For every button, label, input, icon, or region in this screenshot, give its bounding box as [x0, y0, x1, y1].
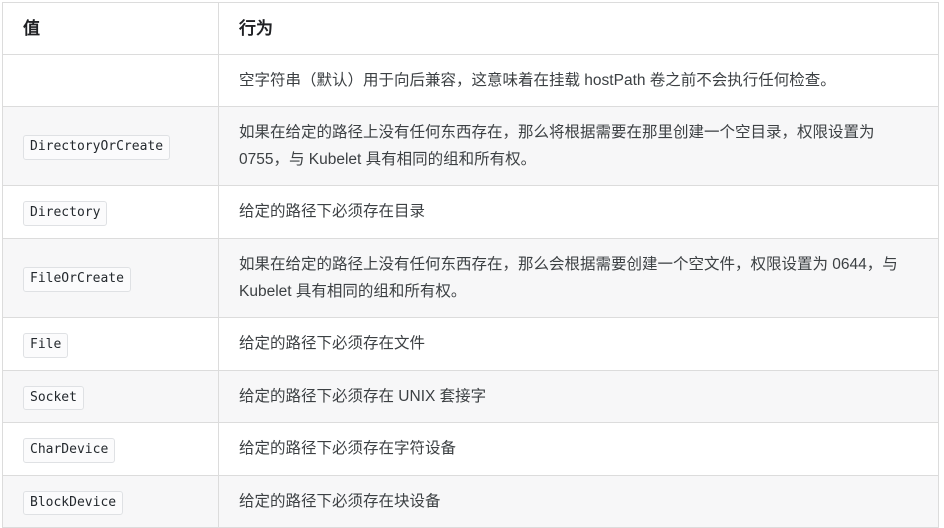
behavior-text: 如果在给定的路径上没有任何东西存在，那么会根据需要创建一个空文件，权限设置为 0…	[239, 255, 898, 300]
cell-value: CharDevice	[2, 422, 219, 476]
table-row: BlockDevice 给定的路径下必须存在块设备	[2, 475, 939, 528]
behavior-text: 给定的路径下必须存在目录	[239, 203, 426, 221]
table-container: 值 行为 空字符串（默认）用于向后兼容，这意味着在挂载 hostPath 卷之前…	[0, 0, 944, 528]
cell-value: BlockDevice	[2, 475, 219, 528]
cell-value: FileOrCreate	[2, 238, 219, 318]
cell-value: Directory	[2, 185, 219, 239]
behavior-text: 如果在给定的路径上没有任何东西存在，那么将根据需要在那里创建一个空目录，权限设置…	[239, 123, 875, 169]
cell-behavior: 如果在给定的路径上没有任何东西存在，那么将根据需要在那里创建一个空目录，权限设置…	[218, 106, 939, 187]
code-chip: Directory	[23, 201, 108, 226]
code-chip: File	[23, 332, 69, 358]
behavior-text: 给定的路径下必须存在块设备	[239, 492, 441, 510]
code-chip: FileOrCreate	[23, 267, 131, 292]
table-row: CharDevice 给定的路径下必须存在字符设备	[2, 422, 939, 476]
code-chip: DirectoryOrCreate	[23, 135, 171, 160]
code-chip: BlockDevice	[23, 490, 124, 516]
behavior-text: 给定的路径下必须存在文件	[239, 335, 426, 353]
hostpath-type-table: 值 行为 空字符串（默认）用于向后兼容，这意味着在挂载 hostPath 卷之前…	[2, 2, 939, 528]
column-header-behavior: 行为	[218, 2, 939, 55]
table-body: 空字符串（默认）用于向后兼容，这意味着在挂载 hostPath 卷之前不会执行任…	[2, 54, 939, 528]
code-chip: Socket	[23, 385, 84, 411]
column-header-value: 值	[2, 2, 219, 55]
table-row: 空字符串（默认）用于向后兼容，这意味着在挂载 hostPath 卷之前不会执行任…	[2, 54, 939, 107]
behavior-text: 给定的路径下必须存在 UNIX 套接字	[239, 387, 487, 405]
code-chip: CharDevice	[23, 438, 116, 463]
table-header-row: 值 行为	[2, 2, 939, 55]
cell-behavior: 给定的路径下必须存在目录	[218, 185, 939, 239]
table-row: Socket 给定的路径下必须存在 UNIX 套接字	[2, 370, 939, 424]
behavior-text: 空字符串（默认）用于向后兼容，这意味着在挂载 hostPath 卷之前不会执行任…	[239, 71, 836, 89]
cell-value: File	[2, 317, 219, 371]
cell-value	[2, 54, 219, 107]
behavior-text: 给定的路径下必须存在字符设备	[239, 440, 457, 458]
cell-behavior: 给定的路径下必须存在 UNIX 套接字	[218, 370, 939, 424]
cell-value: Socket	[2, 370, 219, 424]
cell-value: DirectoryOrCreate	[2, 106, 219, 187]
table-row: File 给定的路径下必须存在文件	[2, 317, 939, 371]
cell-behavior: 如果在给定的路径上没有任何东西存在，那么会根据需要创建一个空文件，权限设置为 0…	[218, 238, 939, 318]
cell-behavior: 给定的路径下必须存在文件	[218, 317, 939, 371]
cell-behavior: 空字符串（默认）用于向后兼容，这意味着在挂载 hostPath 卷之前不会执行任…	[218, 54, 939, 107]
table-row: Directory 给定的路径下必须存在目录	[2, 185, 939, 239]
cell-behavior: 给定的路径下必须存在块设备	[218, 475, 939, 528]
table-header: 值 行为	[2, 2, 939, 55]
table-row: DirectoryOrCreate 如果在给定的路径上没有任何东西存在，那么将根据…	[2, 106, 939, 187]
cell-behavior: 给定的路径下必须存在字符设备	[218, 422, 939, 476]
table-row: FileOrCreate 如果在给定的路径上没有任何东西存在，那么会根据需要创建一…	[2, 238, 939, 318]
